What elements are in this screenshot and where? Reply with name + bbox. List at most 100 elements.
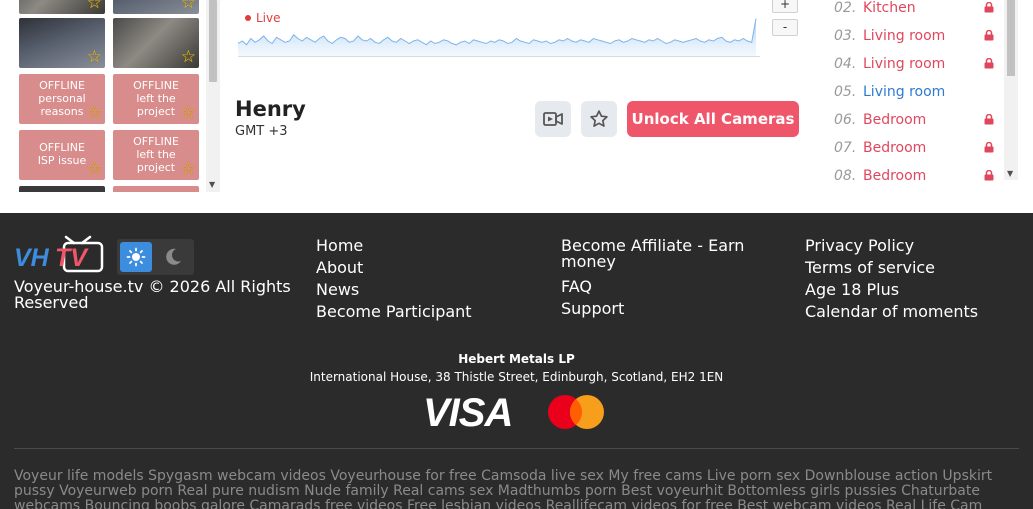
lock-icon — [984, 30, 994, 41]
camera-thumbnail[interactable] — [19, 186, 105, 192]
room-number: 04. — [834, 56, 857, 72]
participant-name: Henry — [235, 97, 306, 121]
visa-logo: VISA — [423, 391, 513, 435]
dark-mode-button[interactable] — [161, 245, 185, 269]
room-item[interactable]: 07. Bedroom — [828, 140, 1004, 168]
footer-link-privacy[interactable]: Privacy Policy — [805, 235, 978, 257]
camera-thumbnail-offline[interactable]: OFFLINE ISP issue ☆ — [19, 130, 105, 180]
chart-line — [238, 18, 757, 46]
footer-link-faq[interactable]: FAQ — [561, 276, 751, 298]
room-label: Bedroom — [863, 112, 927, 128]
copyright-text: Voyeur-house.tv © 2026 All Rights Reserv… — [14, 277, 291, 312]
room-label: Kitchen — [863, 0, 916, 16]
live-label: Live — [256, 11, 281, 25]
room-label: Living room — [863, 84, 946, 100]
chart-area — [238, 18, 756, 56]
light-mode-button[interactable] — [120, 242, 152, 272]
footer-link-home[interactable]: Home — [316, 235, 472, 257]
video-camera-button[interactable] — [535, 101, 571, 137]
footer-link-support[interactable]: Support — [561, 298, 751, 320]
camera-thumbnail-list: ☆ ☆ ☆ ☆ OFFLINE personal reasons ☆ OFFLI… — [19, 0, 206, 192]
scroll-down-arrow-icon[interactable]: ▼ — [1007, 169, 1013, 178]
camera-thumbnail-offline[interactable]: OFFLINE left the project ☆ — [113, 74, 199, 124]
seo-links-text: Voyeur life models Spygasm webcam videos… — [14, 469, 993, 509]
offline-status: OFFLINE — [133, 79, 179, 92]
lock-icon — [984, 142, 994, 153]
camera-thumbnail[interactable]: ☆ — [19, 0, 105, 14]
lock-icon — [984, 58, 994, 69]
room-number: 06. — [834, 112, 857, 128]
live-indicator: Live — [245, 11, 281, 25]
scrollbar-thumb[interactable] — [1007, 0, 1015, 76]
room-number: 05. — [834, 84, 857, 100]
footer-link-about[interactable]: About — [316, 257, 472, 279]
offline-status: OFFLINE — [133, 135, 179, 148]
thumbnails-scrollbar[interactable]: ▼ — [206, 0, 220, 192]
room-item[interactable]: 04. Living room — [828, 56, 1004, 84]
footer-link-affiliate[interactable]: Become Affiliate - Earn money — [561, 235, 751, 270]
camera-thumbnail-offline[interactable]: OFFLINE left the project ☆ — [113, 130, 199, 180]
footer-link-age[interactable]: Age 18 Plus — [805, 279, 978, 301]
favorite-star-icon[interactable]: ☆ — [87, 49, 102, 66]
room-label: Bedroom — [863, 168, 927, 184]
unlock-all-cameras-button[interactable]: Unlock All Cameras — [627, 101, 799, 137]
room-list-scrollbar[interactable]: ▼ — [1004, 0, 1018, 180]
lock-icon — [984, 114, 994, 125]
footer-links-column: Privacy Policy Terms of service Age 18 P… — [805, 235, 978, 323]
room-item[interactable]: 03. Living room — [828, 28, 1004, 56]
site-footer: VH TV Voyeur-house.tv © 2026 All Rights … — [0, 213, 1033, 509]
room-label: Bedroom — [863, 140, 927, 156]
lock-icon — [984, 2, 994, 13]
theme-toggle[interactable] — [117, 239, 194, 275]
camera-thumbnail-offline[interactable]: OFFLINE personal reasons ☆ — [19, 74, 105, 124]
footer-link-news[interactable]: News — [316, 279, 472, 301]
favorite-star-icon[interactable]: ☆ — [181, 49, 196, 66]
footer-link-terms[interactable]: Terms of service — [805, 257, 978, 279]
footer-links-column: Home About News Become Participant — [316, 235, 472, 323]
favorite-star-icon[interactable]: ☆ — [87, 0, 102, 12]
company-address: International House, 38 Thistle Street, … — [309, 370, 724, 384]
camera-thumbnail[interactable]: ☆ — [19, 18, 105, 68]
offline-status: OFFLINE — [39, 141, 85, 154]
favorite-button[interactable] — [581, 101, 617, 137]
mastercard-logo — [548, 395, 604, 429]
room-label: Living room — [863, 56, 946, 72]
zoom-out-button[interactable]: - — [772, 19, 798, 36]
footer-links-column: Become Affiliate - Earn money FAQ Suppor… — [561, 235, 751, 320]
video-camera-icon — [543, 112, 563, 126]
favorite-star-icon[interactable]: ☆ — [87, 105, 102, 122]
camera-thumbnail[interactable]: ☆ — [113, 0, 199, 14]
offline-status: OFFLINE — [39, 79, 85, 92]
room-item[interactable]: 08. Bedroom — [828, 168, 1004, 186]
vhtv-logo[interactable]: VH TV — [14, 233, 106, 275]
star-outline-icon — [590, 110, 608, 127]
favorite-star-icon[interactable]: ☆ — [87, 161, 102, 178]
room-number: 08. — [834, 168, 857, 184]
camera-thumbnail-offline[interactable] — [113, 186, 199, 192]
footer-link-become-participant[interactable]: Become Participant — [316, 301, 472, 323]
favorite-star-icon[interactable]: ☆ — [181, 0, 196, 12]
svg-text:TV: TV — [55, 244, 89, 272]
favorite-star-icon[interactable]: ☆ — [181, 105, 196, 122]
room-item-active[interactable]: 05. Living room — [828, 84, 1004, 112]
room-number: 02. — [834, 0, 857, 16]
svg-text:VH: VH — [14, 244, 50, 272]
favorite-star-icon[interactable]: ☆ — [181, 161, 196, 178]
live-dot-icon — [245, 15, 251, 21]
room-item[interactable]: 06. Bedroom — [828, 112, 1004, 140]
footer-link-calendar[interactable]: Calendar of moments — [805, 301, 978, 323]
participant-timezone: GMT +3 — [235, 124, 288, 139]
camera-thumbnail[interactable]: ☆ — [113, 18, 199, 68]
scroll-down-arrow-icon[interactable]: ▼ — [209, 180, 215, 189]
room-number: 03. — [834, 28, 857, 44]
footer-divider — [14, 448, 1019, 449]
room-item[interactable]: 02. Kitchen — [828, 0, 1004, 28]
activity-chart-svg — [238, 18, 757, 56]
room-number: 07. — [834, 140, 857, 156]
zoom-in-button[interactable]: + — [772, 0, 798, 13]
sun-icon — [126, 247, 146, 267]
room-list: 02. Kitchen 03. Living room 04. Living r… — [828, 0, 1004, 186]
room-label: Living room — [863, 28, 946, 44]
scrollbar-thumb[interactable] — [209, 0, 217, 82]
lock-icon — [984, 170, 994, 181]
